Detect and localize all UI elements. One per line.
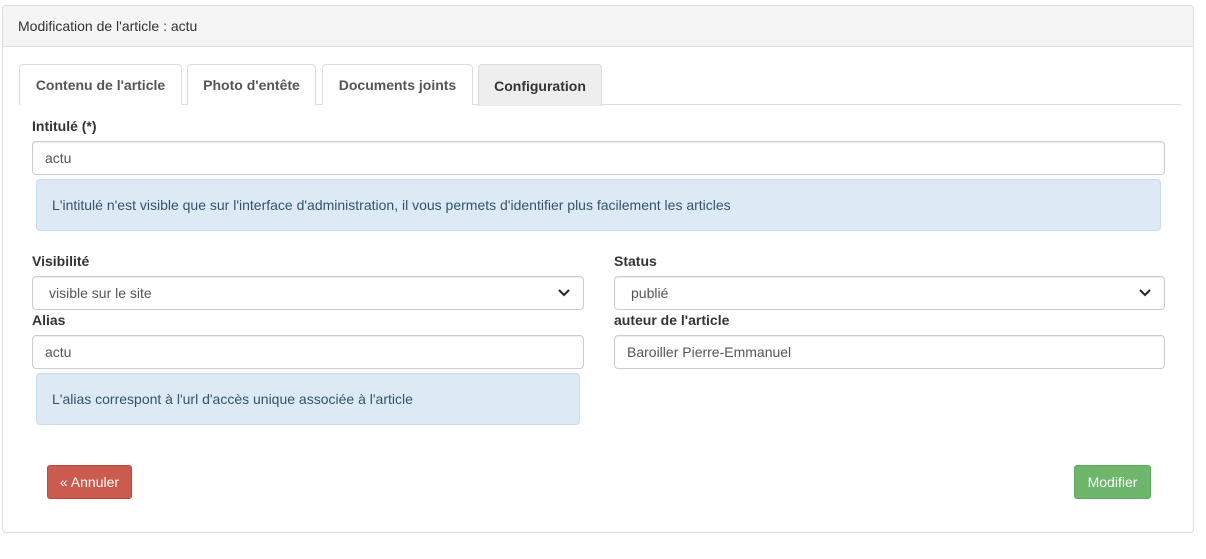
status-select[interactable]: publié: [614, 276, 1165, 310]
tab-contenu[interactable]: Contenu de l'article: [19, 64, 182, 105]
alias-input[interactable]: actu: [32, 335, 584, 369]
cancel-button[interactable]: « Annuler: [47, 465, 132, 499]
tab-label: Photo d'entête: [203, 77, 300, 93]
submit-button-label: Modifier: [1087, 474, 1138, 490]
auteur-input[interactable]: Baroiller Pierre-Emmanuel: [614, 335, 1165, 369]
tab-label: Documents joints: [338, 77, 457, 93]
article-edit-panel: Modification de l'article : actu Contenu…: [2, 5, 1194, 533]
tab-label: Contenu de l'article: [35, 77, 166, 93]
alias-help-text: L'alias correspont à l'url d'accès uniqu…: [52, 391, 413, 407]
tab-photo[interactable]: Photo d'entête: [187, 64, 316, 105]
intitule-help-alert: L'intitulé n'est visible que sur l'inter…: [36, 179, 1161, 231]
tab-configuration[interactable]: Configuration: [478, 64, 602, 106]
visibilite-select[interactable]: visible sur le site: [32, 276, 584, 310]
auteur-label: auteur de l'article: [614, 312, 730, 328]
intitule-help-text: L'intitulé n'est visible que sur l'inter…: [52, 197, 731, 213]
cancel-button-label: « Annuler: [59, 474, 120, 490]
alias-help-alert: L'alias correspont à l'url d'accès uniqu…: [36, 373, 580, 425]
visibilite-selected: visible sur le site: [49, 285, 152, 301]
chevron-down-icon: [557, 286, 571, 300]
auteur-value: Baroiller Pierre-Emmanuel: [627, 344, 792, 360]
tab-documents[interactable]: Documents joints: [322, 64, 473, 105]
intitule-value: actu: [45, 150, 72, 166]
tab-label: Configuration: [494, 77, 586, 94]
alias-label: Alias: [32, 312, 66, 328]
intitule-label: Intitulé (*): [32, 118, 97, 134]
intitule-input[interactable]: actu: [32, 141, 1165, 175]
chevron-down-icon: [1138, 286, 1152, 300]
submit-button[interactable]: Modifier: [1074, 465, 1151, 499]
status-selected: publié: [631, 285, 669, 301]
tab-bar: Contenu de l'article Photo d'entête Docu…: [19, 64, 1181, 106]
visibilite-label: Visibilité: [32, 253, 90, 269]
alias-value: actu: [45, 344, 72, 360]
status-label: Status: [614, 253, 657, 269]
panel-title: Modification de l'article : actu: [3, 6, 1193, 47]
